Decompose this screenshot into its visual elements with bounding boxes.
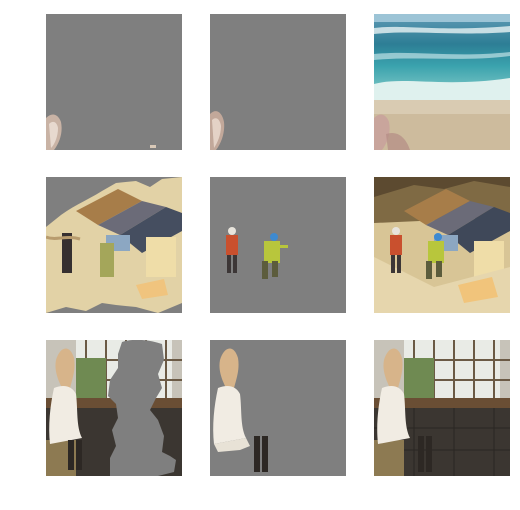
grid-tile-r1-c2 bbox=[210, 14, 346, 150]
grid-tile-r1-c1 bbox=[46, 14, 182, 150]
grid-tile-r1-c3 bbox=[374, 14, 510, 150]
grid-tile-r3-c2 bbox=[210, 340, 346, 476]
grid-tile-r2-c2 bbox=[210, 177, 346, 313]
masked-foreground-image bbox=[46, 14, 182, 150]
grid-tile-r3-c3 bbox=[374, 340, 510, 476]
woman-window-photo bbox=[374, 340, 510, 476]
grid-tile-r2-c1 bbox=[46, 177, 182, 313]
construction-photo bbox=[374, 177, 510, 313]
masked-background-image bbox=[46, 177, 182, 313]
beach-photo bbox=[374, 14, 510, 150]
masked-object-image bbox=[210, 340, 346, 476]
masked-object-image bbox=[210, 177, 346, 313]
grid-tile-r2-c3 bbox=[374, 177, 510, 313]
grid-tile-r3-c1 bbox=[46, 340, 182, 476]
masked-person-removed-image bbox=[46, 340, 182, 476]
masked-object-image bbox=[210, 14, 346, 150]
